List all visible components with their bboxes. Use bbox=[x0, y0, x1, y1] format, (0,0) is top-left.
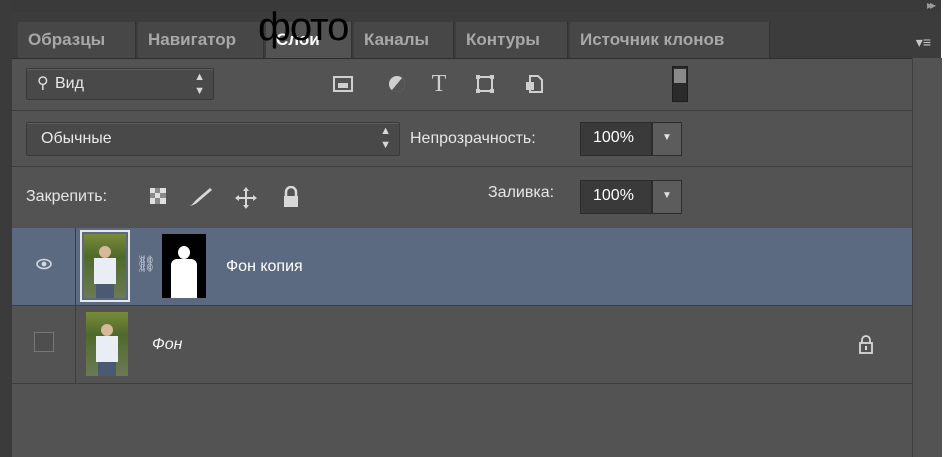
layer-name[interactable]: Фон копия bbox=[226, 258, 303, 276]
collapse-panel-icon[interactable]: ▸▸ bbox=[927, 0, 936, 12]
filter-toggle-switch[interactable] bbox=[672, 66, 688, 102]
blend-mode-dropdown[interactable]: Обычные ▲ ▼ bbox=[26, 122, 400, 156]
layer-thumbnail[interactable] bbox=[80, 230, 130, 302]
layer-lock-icon bbox=[858, 334, 874, 359]
fill-input[interactable]: 100% bbox=[580, 180, 652, 214]
updown-arrows-icon: ▲ ▼ bbox=[380, 125, 391, 151]
lock-fill-bar: Закрепить: Заливка: 100% ▼ bbox=[12, 166, 912, 229]
blend-opacity-bar: Обычные ▲ ▼ Непрозрачность: 100% ▼ bbox=[12, 110, 912, 167]
layer-thumbnail[interactable] bbox=[86, 312, 128, 376]
fill-label: Заливка: bbox=[488, 184, 555, 201]
layers-scrollbar[interactable] bbox=[912, 58, 942, 457]
type-filter-icon[interactable]: T bbox=[428, 72, 450, 96]
search-icon: ⚲ bbox=[37, 75, 49, 92]
tab-channels[interactable]: Каналы bbox=[354, 22, 454, 58]
visibility-column bbox=[12, 228, 76, 305]
visibility-column bbox=[12, 306, 76, 383]
lock-all-icon[interactable] bbox=[282, 185, 300, 212]
image-filter-icon[interactable] bbox=[332, 74, 354, 96]
opacity-dropdown-arrow-icon[interactable]: ▼ bbox=[652, 122, 682, 156]
lock-label: Закрепить: bbox=[26, 188, 108, 205]
tab-paths[interactable]: Контуры bbox=[456, 22, 568, 58]
tab-clone-source[interactable]: Источник клонов bbox=[570, 22, 770, 58]
toggle-knob bbox=[674, 69, 686, 83]
shape-filter-icon[interactable] bbox=[474, 74, 496, 96]
eye-icon[interactable] bbox=[36, 258, 52, 270]
fill-dropdown-arrow-icon[interactable]: ▼ bbox=[652, 180, 682, 214]
filter-kind-label: Вид bbox=[55, 75, 84, 92]
panel-top-strip: ▸▸ bbox=[12, 0, 941, 12]
updown-arrows-icon: ▲ ▼ bbox=[194, 71, 205, 97]
tab-navigator[interactable]: Навигатор bbox=[138, 22, 264, 58]
lock-position-icon[interactable] bbox=[234, 186, 258, 214]
blend-mode-label: Обычные bbox=[41, 130, 112, 147]
layer-mask-thumbnail[interactable] bbox=[162, 234, 206, 298]
overlay-caption: фото bbox=[258, 5, 349, 49]
opacity-label: Непрозрачность: bbox=[410, 130, 536, 147]
layers-panel: ▸▸ Образцы Навигатор Слои Каналы Контуры… bbox=[12, 0, 942, 457]
layer-row[interactable]: ⛓ Фон копия bbox=[12, 228, 912, 306]
smart-object-filter-icon[interactable] bbox=[524, 74, 546, 96]
layers-panel-window: ▸▸ Образцы Навигатор Слои Каналы Контуры… bbox=[0, 0, 944, 457]
visibility-toggle-box[interactable] bbox=[34, 332, 54, 352]
lock-transparent-pixels-icon[interactable] bbox=[148, 186, 168, 210]
filter-kind-dropdown[interactable]: ⚲ Вид ▲ ▼ bbox=[26, 68, 214, 100]
adjustment-filter-icon[interactable] bbox=[386, 74, 408, 96]
mask-link-chain-icon[interactable]: ⛓ bbox=[136, 254, 156, 274]
tab-swatches[interactable]: Образцы bbox=[18, 22, 136, 58]
lock-image-pixels-icon[interactable] bbox=[186, 186, 214, 212]
opacity-input[interactable]: 100% bbox=[580, 122, 652, 156]
panel-menu-icon[interactable]: ▾≡ bbox=[916, 34, 931, 51]
layer-row[interactable]: Фон bbox=[12, 306, 912, 384]
layers-list: ⛓ Фон копия Фон bbox=[12, 228, 912, 457]
layer-name[interactable]: Фон bbox=[152, 336, 182, 354]
layer-filter-bar: ⚲ Вид ▲ ▼ T bbox=[12, 58, 912, 111]
panel-tab-bar: Образцы Навигатор Слои Каналы Контуры Ис… bbox=[12, 12, 941, 59]
